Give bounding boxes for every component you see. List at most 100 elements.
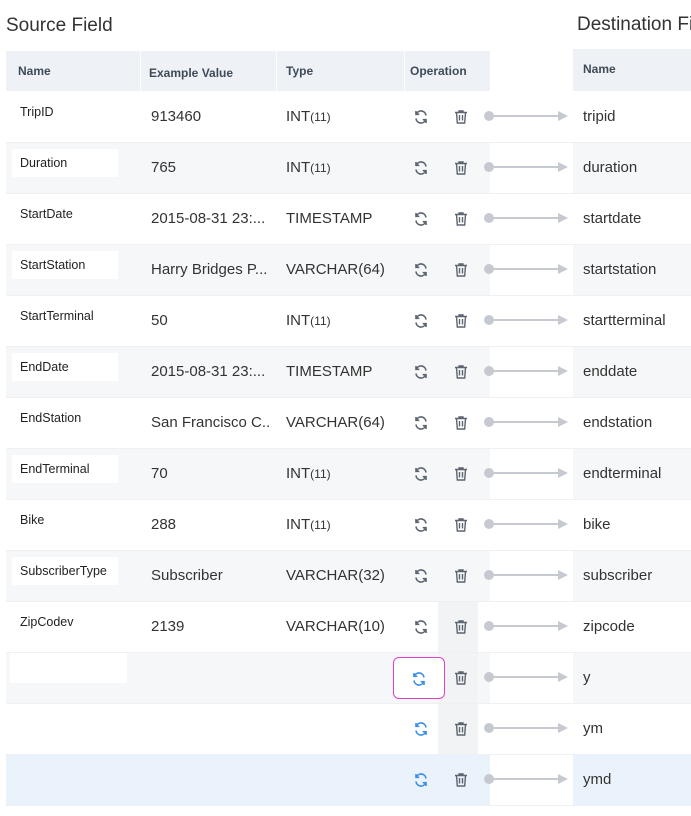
- delete-field-button[interactable]: [450, 309, 472, 331]
- trash-icon: [453, 259, 469, 278]
- source-name-cell: StartTerminal: [12, 302, 118, 330]
- mapping-row: TripID 913460 INT(11) tripid: [0, 92, 691, 143]
- mapping-row: EndTerminal 70 INT(11) endterminal: [0, 449, 691, 500]
- trash-icon: [453, 616, 469, 635]
- mapping-row: StartStation Harry Bridges P... VARCHAR(64…: [0, 245, 691, 296]
- refresh-icon: [413, 718, 429, 737]
- destination-table-header: Name: [573, 49, 691, 91]
- trash-icon: [453, 667, 469, 686]
- mapping-connector: [484, 111, 570, 121]
- refresh-icon: [413, 514, 429, 533]
- source-name-text: TripID: [20, 105, 54, 119]
- type-text: TIMESTAMP: [286, 363, 373, 380]
- delete-field-button[interactable]: [450, 513, 472, 535]
- refresh-icon: [413, 208, 429, 227]
- map-field-button[interactable]: [410, 615, 432, 637]
- mapping-connector: [484, 213, 570, 223]
- delete-field-button[interactable]: [450, 258, 472, 280]
- header-example-value: Example Value: [149, 66, 234, 80]
- refresh-icon: [413, 157, 429, 176]
- refresh-icon: [413, 310, 429, 329]
- type-cell: INT(11): [286, 159, 331, 176]
- map-field-button[interactable]: [410, 513, 432, 535]
- source-name-cell: SubscriberType: [12, 557, 118, 585]
- destination-name-cell: endterminal: [583, 465, 662, 482]
- refresh-icon: [413, 463, 429, 482]
- mapping-row: StartTerminal 50 INT(11) startterminal: [0, 296, 691, 347]
- type-cell: INT(11): [286, 108, 331, 125]
- type-length-text: (11): [310, 161, 331, 175]
- example-value-cell: 913460: [151, 108, 202, 125]
- destination-name-cell: enddate: [583, 363, 638, 380]
- type-length-text: (11): [310, 518, 331, 532]
- type-cell: VARCHAR(10): [286, 618, 385, 635]
- example-value-cell: 288: [151, 516, 177, 533]
- trash-icon: [453, 718, 469, 737]
- type-text: INT: [286, 465, 311, 482]
- delete-field-button[interactable]: [450, 411, 472, 433]
- arrow-right-icon: [558, 162, 568, 172]
- trash-icon: [453, 208, 469, 227]
- example-value-cell: 2015-08-31 23:...: [151, 210, 266, 227]
- type-length-text: (11): [310, 467, 331, 481]
- map-field-button[interactable]: [410, 156, 432, 178]
- type-cell: TIMESTAMP: [286, 210, 372, 227]
- delete-field-button[interactable]: [450, 105, 472, 127]
- map-field-button[interactable]: [393, 657, 445, 699]
- arrow-right-icon: [558, 570, 568, 580]
- type-cell: VARCHAR(32): [286, 567, 385, 584]
- source-name-cell: EndTerminal: [12, 455, 118, 483]
- mapping-row: ymd: [0, 755, 691, 806]
- arrow-right-icon: [558, 723, 568, 733]
- trash-icon: [453, 463, 469, 482]
- mapping-row: ZipCodev 2139 VARCHAR(10) zipcode: [0, 602, 691, 653]
- delete-field-button[interactable]: [450, 666, 472, 688]
- source-name-cell: Bike: [12, 506, 118, 534]
- example-value-cell: 2015-08-31 23:...: [151, 363, 266, 380]
- map-field-button[interactable]: [410, 564, 432, 586]
- arrow-right-icon: [558, 366, 568, 376]
- delete-field-button[interactable]: [450, 717, 472, 739]
- mapping-connector: [484, 264, 570, 274]
- example-value-cell: San Francisco C...: [151, 414, 271, 431]
- map-field-button[interactable]: [410, 411, 432, 433]
- mapping-connector: [484, 570, 570, 580]
- map-field-button[interactable]: [410, 768, 432, 790]
- map-field-button[interactable]: [410, 462, 432, 484]
- delete-field-button[interactable]: [450, 768, 472, 790]
- destination-name-cell: startdate: [583, 210, 642, 227]
- type-cell: VARCHAR(64): [286, 414, 385, 431]
- mapping-row: EndStation San Francisco C... VARCHAR(64) e…: [0, 398, 691, 449]
- source-name-text: EndTerminal: [20, 462, 90, 476]
- delete-field-button[interactable]: [450, 615, 472, 637]
- header-name: Name: [18, 64, 51, 78]
- source-name-text: ZipCodev: [20, 615, 74, 629]
- source-name-cell: StartStation: [12, 251, 118, 279]
- mapping-connector: [484, 315, 570, 325]
- arrow-right-icon: [558, 417, 568, 427]
- header-operation: Operation: [410, 64, 467, 78]
- delete-field-button[interactable]: [450, 360, 472, 382]
- mapping-row: y: [0, 653, 691, 704]
- map-field-button[interactable]: [410, 717, 432, 739]
- example-value-cell: Subscriber: [151, 567, 223, 584]
- trash-icon: [453, 412, 469, 431]
- delete-field-button[interactable]: [450, 564, 472, 586]
- delete-field-button[interactable]: [450, 207, 472, 229]
- example-value-cell: 50: [151, 312, 168, 329]
- map-field-button[interactable]: [410, 360, 432, 382]
- map-field-button[interactable]: [410, 309, 432, 331]
- map-field-button[interactable]: [410, 207, 432, 229]
- mapping-connector: [484, 468, 570, 478]
- map-field-button[interactable]: [410, 105, 432, 127]
- source-table-header: Name Example Value Type Operation: [6, 51, 490, 91]
- delete-field-button[interactable]: [450, 156, 472, 178]
- arrow-right-icon: [558, 111, 568, 121]
- source-name-text: EndStation: [20, 411, 82, 425]
- delete-field-button[interactable]: [450, 462, 472, 484]
- map-field-button[interactable]: [410, 258, 432, 280]
- destination-name-cell: subscriber: [583, 567, 653, 584]
- source-name-cell: Duration: [12, 149, 118, 177]
- refresh-icon: [411, 668, 427, 687]
- refresh-icon: [413, 565, 429, 584]
